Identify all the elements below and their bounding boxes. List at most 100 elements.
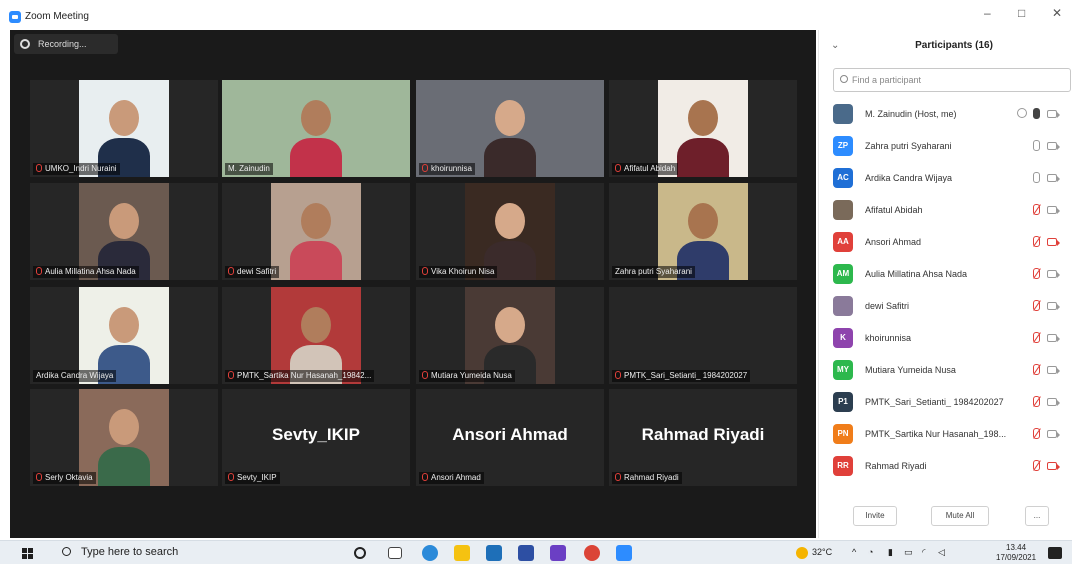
restore-button[interactable]: □ xyxy=(1018,6,1025,20)
camera-icon[interactable] xyxy=(1047,270,1060,278)
participant-row[interactable]: AC Ardika Candra Wijaya xyxy=(819,162,1072,194)
participant-list[interactable]: M. Zainudin (Host, me) ZP Zahra putri Syah… xyxy=(819,98,1072,494)
muted-mic-icon[interactable] xyxy=(1033,460,1040,471)
mic-icon[interactable] xyxy=(1033,140,1040,151)
edge-icon[interactable] xyxy=(422,545,438,561)
muted-mic-icon[interactable] xyxy=(1033,204,1040,215)
participant-row[interactable]: Afifatul Abidah xyxy=(819,194,1072,226)
camera-icon[interactable] xyxy=(1047,206,1060,214)
camera-off-icon[interactable] xyxy=(1047,238,1060,246)
tray-wifi-icon[interactable]: ◜ xyxy=(922,547,926,558)
video-tile[interactable]: Aulia Millatina Ahsa Nada xyxy=(30,183,218,280)
tray-network-icon[interactable]: ◔ xyxy=(868,547,873,557)
video-tile[interactable]: khoirunnisa xyxy=(416,80,604,177)
camera-icon[interactable] xyxy=(1047,366,1060,374)
title-bar: Zoom Meeting – □ ✕ xyxy=(0,0,1072,30)
mic-icon[interactable] xyxy=(1033,108,1040,119)
taskbar-clock[interactable]: 13.44 17/09/2021 xyxy=(996,543,1036,563)
tray-usb-icon[interactable]: ▮ xyxy=(888,547,893,558)
camera-off-icon[interactable] xyxy=(1047,462,1060,470)
participant-row[interactable]: MY Mutiara Yumeida Nusa xyxy=(819,354,1072,386)
store-icon[interactable] xyxy=(486,545,502,561)
participant-row[interactable]: Kkhoirunnisa xyxy=(819,322,1072,354)
participant-name: Ansori Ahmad xyxy=(865,237,922,247)
video-tile[interactable]: Vika Khoirun Nisa xyxy=(416,183,604,280)
participant-name: Aulia Millatina Ahsa Nada xyxy=(865,269,968,279)
camera-icon[interactable] xyxy=(1047,398,1060,406)
muted-mic-icon[interactable] xyxy=(1033,396,1040,407)
tray-chevron-icon[interactable]: ^ xyxy=(852,547,856,557)
video-tile[interactable]: Afifatul Abidah xyxy=(609,80,797,177)
muted-mic-icon[interactable] xyxy=(1033,364,1040,375)
task-view-icon[interactable] xyxy=(388,547,402,559)
tray-battery-icon[interactable]: ▭ xyxy=(904,547,913,558)
participant-row[interactable]: PN PMTK_Sartika Nur Hasanah_198... xyxy=(819,418,1072,450)
close-button[interactable]: ✕ xyxy=(1052,6,1062,20)
chrome-icon[interactable] xyxy=(584,545,600,561)
weather-icon xyxy=(796,547,808,559)
avatar: PN xyxy=(833,424,853,444)
search-placeholder: Find a participant xyxy=(852,75,922,85)
participant-search-input[interactable]: Find a participant xyxy=(833,68,1071,92)
notification-icon[interactable] xyxy=(1048,547,1062,559)
invite-button[interactable]: Invite xyxy=(853,506,897,526)
tile-nameplate: Serly Oktavia xyxy=(33,472,96,484)
muted-mic-icon[interactable] xyxy=(1033,332,1040,343)
participant-row[interactable]: P1 PMTK_Sari_Setianti_ 1984202027 xyxy=(819,386,1072,418)
participant-row[interactable]: AA Ansori Ahmad xyxy=(819,226,1072,258)
video-tile[interactable]: M. Zainudin xyxy=(222,80,410,177)
muted-mic-icon[interactable] xyxy=(1033,428,1040,439)
mail-icon[interactable] xyxy=(518,545,534,561)
participant-row[interactable]: ZP Zahra putri Syaharani xyxy=(819,130,1072,162)
camera-icon[interactable] xyxy=(1047,430,1060,438)
camera-icon[interactable] xyxy=(1047,302,1060,310)
camera-icon[interactable] xyxy=(1047,110,1060,118)
video-tile[interactable]: PMTK_Sartika Nur Hasanah_19842... xyxy=(222,287,410,384)
muted-mic-icon[interactable] xyxy=(1033,300,1040,311)
host-icon xyxy=(1017,108,1027,118)
participant-row[interactable]: RR Rahmad Riyadi xyxy=(819,450,1072,482)
video-tile[interactable]: Serly Oktavia xyxy=(30,389,218,486)
clock-time: 13.44 xyxy=(1006,543,1027,552)
video-tile[interactable]: Zahra putri Syaharani xyxy=(609,183,797,280)
more-button[interactable]: ... xyxy=(1025,506,1049,526)
video-tile[interactable]: Mutiara Yumeida Nusa xyxy=(416,287,604,384)
avatar: RR xyxy=(833,456,853,476)
tile-nameplate: Rahmad Riyadi xyxy=(612,472,682,484)
participant-row[interactable]: dewi Safitri xyxy=(819,290,1072,322)
video-tile[interactable]: PMTK_Sari_Setianti_ 1984202027 xyxy=(609,287,797,384)
chevron-down-icon[interactable]: ⌄ xyxy=(831,40,839,51)
participants-title: Participants (16) xyxy=(915,40,993,51)
taskbar-search[interactable]: Type here to search xyxy=(62,546,178,558)
participant-row[interactable]: M. Zainudin (Host, me) xyxy=(819,98,1072,130)
tray-volume-icon[interactable]: ◁ xyxy=(938,547,945,558)
muted-mic-icon[interactable] xyxy=(1033,236,1040,247)
minimize-button[interactable]: – xyxy=(984,6,991,20)
video-tile[interactable]: Sevty_IKIP Sevty_IKIP xyxy=(222,389,410,486)
weather-temp[interactable]: 32°C xyxy=(812,547,832,557)
tile-nameplate: Vika Khoirun Nisa xyxy=(419,266,498,278)
video-tile[interactable]: Ardika Candra Wijaya xyxy=(30,287,218,384)
tile-nameplate: Ardika Candra Wijaya xyxy=(33,370,117,382)
muted-mic-icon[interactable] xyxy=(1033,268,1040,279)
video-tile[interactable]: dewi Safitri xyxy=(222,183,410,280)
windows-start-icon[interactable] xyxy=(22,548,33,559)
participants-panel: ⌄ Participants (16) Find a participant M… xyxy=(818,30,1072,538)
participant-row[interactable]: AM Aulia Millatina Ahsa Nada xyxy=(819,258,1072,290)
app-icon[interactable] xyxy=(550,545,566,561)
avatar xyxy=(833,104,853,124)
file-explorer-icon[interactable] xyxy=(454,545,470,561)
zoom-taskbar-icon[interactable] xyxy=(616,545,632,561)
video-tile[interactable]: Rahmad Riyadi Rahmad Riyadi xyxy=(609,389,797,486)
recording-indicator[interactable]: Recording... xyxy=(14,34,118,54)
mute-all-button[interactable]: Mute All xyxy=(931,506,989,526)
video-tile[interactable]: UMKO_Indri Nuraini xyxy=(30,80,218,177)
participant-row-partial[interactable] xyxy=(819,482,1072,494)
mic-icon[interactable] xyxy=(1033,172,1040,183)
camera-icon[interactable] xyxy=(1047,142,1060,150)
video-tile[interactable]: Ansori Ahmad Ansori Ahmad xyxy=(416,389,604,486)
camera-icon[interactable] xyxy=(1047,334,1060,342)
avatar xyxy=(833,296,853,316)
camera-icon[interactable] xyxy=(1047,174,1060,182)
cortana-icon[interactable] xyxy=(354,547,366,559)
